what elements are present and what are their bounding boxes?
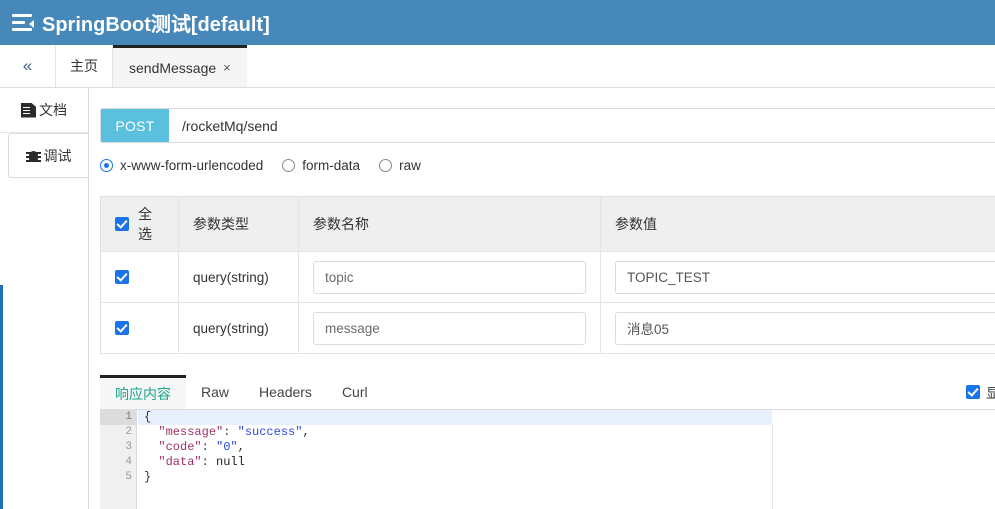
column-header-type: 参数类型 [179, 197, 299, 251]
row-checkbox[interactable] [115, 321, 129, 335]
radio-x-www-form-urlencoded[interactable]: x-www-form-urlencoded [100, 158, 263, 173]
show-description-option[interactable]: 显示说明 [966, 382, 995, 402]
body-type-radio-group: x-www-form-urlencoded form-data raw [100, 158, 421, 173]
response-code-editor[interactable]: 1 2 3 4 5 { "message": "success", "code"… [100, 410, 995, 509]
show-description-checkbox[interactable] [966, 385, 980, 399]
code-line: "message": "success", [158, 425, 310, 439]
line-number: 1 [100, 410, 146, 425]
sidebar: 文档 调试 [0, 88, 89, 509]
tab-raw[interactable]: Raw [186, 375, 244, 409]
param-name-cell [299, 252, 601, 302]
sidebar-collapse-button[interactable]: « [0, 45, 56, 87]
main-panel: POST x-www-form-urlencoded form-data raw… [90, 88, 995, 509]
radio-label: x-www-form-urlencoded [120, 158, 264, 173]
line-number: 2 [125, 426, 132, 438]
tab-home[interactable]: 主页 [56, 45, 113, 87]
line-number: 5 [125, 471, 132, 483]
tab-strip: « 主页 sendMessage × [0, 45, 995, 88]
document-icon [21, 102, 36, 118]
close-icon[interactable]: × [223, 60, 231, 75]
code-line: { [138, 410, 772, 425]
param-name-input[interactable] [313, 311, 586, 345]
sidebar-item-document[interactable]: 文档 [0, 88, 88, 133]
line-number: 4 [125, 456, 132, 468]
sidebar-item-label: 文档 [39, 102, 67, 118]
column-header-name: 参数名称 [299, 197, 601, 251]
column-header-select-all: 全选 [138, 206, 152, 242]
params-table: 全选 参数类型 参数名称 参数值 query(string) query(str… [100, 196, 995, 354]
tab-sendmessage[interactable]: sendMessage × [113, 45, 247, 87]
code-line: } [144, 470, 152, 484]
page-title: SpringBoot测试[default] [42, 14, 270, 36]
param-value-input[interactable] [615, 260, 995, 294]
param-name-input[interactable] [313, 260, 586, 294]
radio-icon[interactable] [379, 159, 393, 172]
param-type: query(string) [179, 303, 299, 353]
radio-icon[interactable] [100, 159, 113, 172]
response-tab-bar: 响应内容 Raw Headers Curl [100, 375, 995, 410]
sidebar-item-debug[interactable]: 调试 [8, 133, 88, 178]
tab-headers[interactable]: Headers [244, 375, 327, 409]
tab-response-content[interactable]: 响应内容 [100, 375, 186, 409]
radio-icon[interactable] [282, 159, 296, 172]
sidebar-item-label: 调试 [43, 147, 72, 164]
bug-icon [25, 148, 41, 163]
editor-code-area[interactable]: { "message": "success", "code": "0", "da… [138, 410, 995, 509]
select-all-cell[interactable]: 全选 [101, 197, 179, 251]
menu-collapse-icon[interactable] [12, 12, 34, 34]
row-select-cell[interactable] [101, 303, 179, 353]
row-checkbox[interactable] [115, 270, 129, 284]
param-value-cell [601, 303, 995, 353]
line-number: 3 [125, 441, 132, 453]
radio-label: raw [399, 158, 421, 173]
table-row: query(string) [101, 252, 995, 303]
request-url-bar: POST [100, 108, 995, 143]
row-select-cell[interactable] [101, 252, 179, 302]
app-header: SpringBoot测试[default] [0, 0, 995, 45]
table-header-row: 全选 参数类型 参数名称 参数值 [101, 197, 995, 252]
table-row: query(string) [101, 303, 995, 354]
code-line: "data": null [158, 455, 245, 469]
column-header-value: 参数值 [615, 216, 657, 232]
show-description-label: 显示说明 [986, 386, 995, 401]
select-all-checkbox[interactable] [115, 217, 129, 231]
editor-gutter: 1 2 3 4 5 [100, 410, 146, 509]
radio-raw[interactable]: raw [379, 158, 421, 173]
radio-form-data[interactable]: form-data [282, 158, 360, 173]
param-type: query(string) [179, 252, 299, 302]
sidebar-scrollbar[interactable] [0, 285, 3, 509]
request-url-input[interactable] [169, 109, 995, 142]
param-value-cell [601, 252, 995, 302]
editor-print-margin [772, 425, 773, 509]
tab-curl[interactable]: Curl [327, 375, 383, 409]
param-name-cell [299, 303, 601, 353]
http-method-button[interactable]: POST [101, 109, 169, 142]
code-line: "code": "0", [158, 440, 245, 454]
tab-label: sendMessage [129, 59, 217, 76]
radio-label: form-data [302, 158, 361, 173]
param-value-input[interactable] [615, 311, 995, 345]
